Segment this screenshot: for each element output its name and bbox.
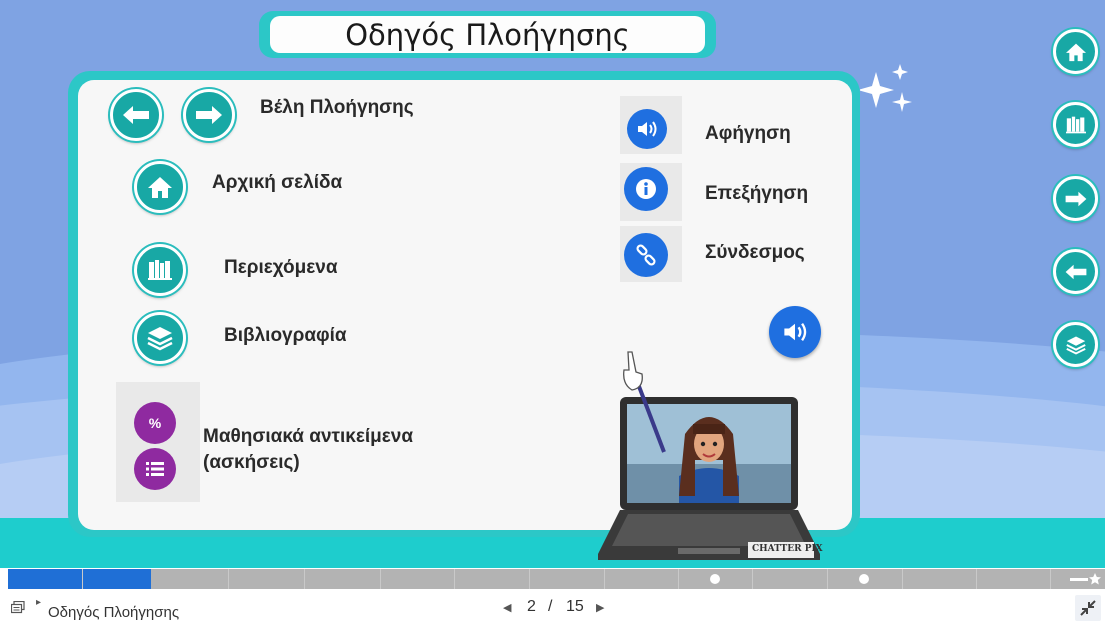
progress-fill xyxy=(8,569,151,589)
bibliography-label: Βιβλιογραφία xyxy=(224,325,347,346)
progress-tick xyxy=(529,569,530,589)
link-button[interactable] xyxy=(624,233,668,277)
page-current: 2 xyxy=(527,598,536,615)
progress-tick xyxy=(228,569,229,589)
books-icon xyxy=(1065,116,1086,133)
link-icon xyxy=(636,244,656,266)
slides-list-icon[interactable] xyxy=(11,601,25,614)
doc-title: Οδηγός Πλοήγησης xyxy=(48,604,180,621)
sidebar-contents-button[interactable] xyxy=(1053,102,1098,147)
learning-objects-sublabel: (ασκήσεις) xyxy=(203,452,300,473)
player-bottom-bar: ▸ Οδηγός Πλοήγησης ◀ 2 / 15 ▶ xyxy=(0,590,1105,624)
books-icon xyxy=(148,260,172,280)
sidebar-next-button[interactable] xyxy=(1053,176,1098,221)
progress-tick xyxy=(304,569,305,589)
next-page-icon[interactable]: ▶ xyxy=(596,601,604,614)
sidebar-prev-button[interactable] xyxy=(1053,249,1098,294)
list-icon xyxy=(146,462,164,476)
progress-tick xyxy=(604,569,605,589)
percent-button[interactable]: % xyxy=(134,402,176,444)
arrow-left-icon xyxy=(123,106,149,124)
explanation-label: Επεξήγηση xyxy=(705,183,809,204)
stack-icon xyxy=(1065,336,1086,355)
progress-marker[interactable] xyxy=(710,574,720,584)
home-icon xyxy=(1065,43,1086,61)
progress-tick xyxy=(976,569,977,589)
arrow-left-button[interactable] xyxy=(110,89,162,141)
collapse-icon xyxy=(1080,600,1096,616)
learning-objects-label: Μαθησιακά αντικείμενα xyxy=(203,426,414,447)
page-separator: / xyxy=(548,598,553,615)
laptop-base xyxy=(598,510,820,560)
bookmark-star-icon[interactable] xyxy=(1070,572,1102,586)
link-label: Σύνδεσμος xyxy=(705,242,805,263)
narration-button[interactable] xyxy=(627,109,667,149)
speaker-icon xyxy=(638,121,657,137)
narration-label: Αφήγηση xyxy=(705,123,791,144)
explanation-button[interactable] xyxy=(624,167,668,211)
sidebar-home-button[interactable] xyxy=(1053,29,1098,74)
progress-tick xyxy=(82,569,83,589)
speaker-icon xyxy=(784,323,807,341)
progress-tick xyxy=(454,569,455,589)
info-icon xyxy=(636,179,656,199)
title-box: Οδηγός Πλοήγησης xyxy=(270,16,705,53)
arrow-left-icon xyxy=(1065,264,1086,279)
list-button[interactable] xyxy=(134,448,176,490)
contents-label: Περιεχόμενα xyxy=(224,257,338,278)
home-button[interactable] xyxy=(134,161,186,213)
sparkle-icon xyxy=(860,64,912,112)
progress-marker[interactable] xyxy=(859,574,869,584)
slide-progress-bar[interactable] xyxy=(8,569,1105,589)
page-total: 15 xyxy=(566,598,584,615)
slide-canvas: Οδηγός Πλοήγησης Βέλη Πλοήγησης Αρχική σ… xyxy=(0,0,1105,568)
bibliography-button[interactable] xyxy=(134,312,186,364)
arrow-right-icon xyxy=(1065,191,1086,206)
progress-tick xyxy=(380,569,381,589)
home-icon xyxy=(148,177,172,198)
progress-tick xyxy=(902,569,903,589)
arrows-label: Βέλη Πλοήγησης xyxy=(260,97,414,118)
progress-tick xyxy=(827,569,828,589)
laptop-brand-label: CHATTER PIX xyxy=(752,544,823,554)
progress-tick xyxy=(752,569,753,589)
caret-icon: ▸ xyxy=(36,597,42,608)
stack-icon xyxy=(147,327,173,351)
percent-icon: % xyxy=(148,415,162,431)
arrow-right-icon xyxy=(196,106,222,124)
audio-play-button[interactable] xyxy=(769,306,821,358)
contents-button[interactable] xyxy=(134,244,186,296)
pointer-stick xyxy=(623,351,666,453)
sidebar-bibliography-button[interactable] xyxy=(1053,322,1098,367)
prev-page-icon[interactable]: ◀ xyxy=(503,601,511,614)
page-title: Οδηγός Πλοήγησης xyxy=(345,17,630,52)
exit-fullscreen-button[interactable] xyxy=(1075,595,1101,621)
progress-tick xyxy=(678,569,679,589)
arrow-right-button[interactable] xyxy=(183,89,235,141)
home-label: Αρχική σελίδα xyxy=(212,172,343,193)
progress-tick xyxy=(1050,569,1051,589)
